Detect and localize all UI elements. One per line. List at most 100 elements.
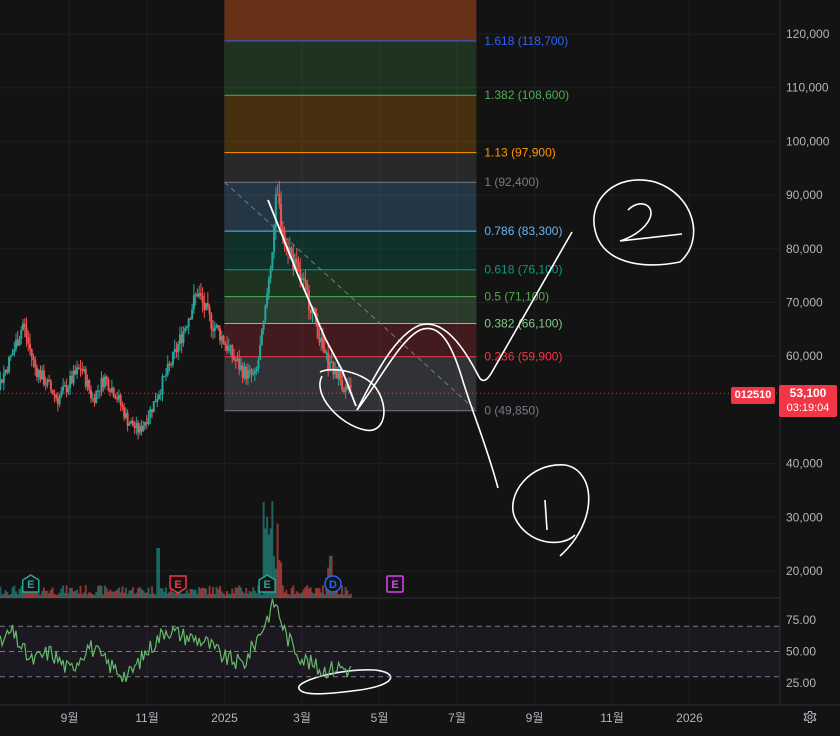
volume-bar bbox=[224, 594, 227, 598]
event-badge-label: E bbox=[174, 579, 181, 591]
chart-root[interactable]: 1.618 (118,700) 1.382 (108,600) 1.13 (97,9… bbox=[0, 0, 840, 731]
candle-body bbox=[201, 295, 204, 303]
candle-body bbox=[173, 349, 176, 352]
candle-body bbox=[271, 252, 274, 269]
candle-body bbox=[124, 412, 127, 418]
candle-body bbox=[337, 371, 340, 379]
volume-bar bbox=[9, 593, 12, 598]
volume-bar bbox=[260, 594, 263, 598]
candle-body bbox=[145, 422, 148, 424]
candle-body bbox=[154, 401, 157, 403]
candle-body bbox=[232, 357, 235, 360]
volume-bar bbox=[166, 593, 169, 598]
last-price-label: 53,100 03:19:04 bbox=[779, 385, 837, 417]
volume-bar bbox=[90, 592, 93, 598]
drawing-label-1-mark bbox=[544, 499, 548, 531]
volume-bar bbox=[349, 593, 352, 598]
candle-body bbox=[22, 323, 24, 330]
candle-body bbox=[208, 307, 211, 315]
candle-body bbox=[2, 373, 5, 383]
candle-body bbox=[105, 376, 108, 380]
price-axis-label: 90,000 bbox=[786, 188, 823, 202]
candle-body bbox=[81, 369, 84, 371]
volume-bar bbox=[236, 587, 239, 598]
volume-bar bbox=[302, 589, 305, 598]
volume-bar bbox=[171, 591, 174, 598]
candle-body bbox=[236, 358, 239, 361]
volume-bar bbox=[184, 593, 187, 598]
candle-body bbox=[253, 371, 256, 374]
candle-body bbox=[335, 370, 338, 379]
price-axis-label: 70,000 bbox=[786, 296, 823, 310]
volume-bar bbox=[124, 587, 127, 598]
rsi-pane[interactable]: 75.00 50.00 25.00 bbox=[0, 598, 816, 690]
volume-bar bbox=[65, 585, 68, 598]
candle-body bbox=[168, 363, 171, 365]
volume-bar bbox=[307, 588, 310, 598]
volume-bar bbox=[163, 591, 166, 598]
candle-body bbox=[171, 351, 174, 365]
candle-body bbox=[117, 395, 120, 400]
volume-bar bbox=[246, 593, 249, 598]
fib-band bbox=[224, 296, 477, 324]
price-axis[interactable]: 120,000 110,000 100,000 90,000 80,000 70,000 6… bbox=[786, 27, 830, 578]
candle-body bbox=[34, 360, 37, 368]
last-price: 53,100 bbox=[789, 386, 827, 400]
volume-bar bbox=[306, 585, 309, 598]
chart-svg[interactable]: 1.618 (118,700) 1.382 (108,600) 1.13 (97,9… bbox=[0, 0, 840, 731]
candle-body bbox=[100, 377, 103, 392]
volume-bar bbox=[55, 594, 58, 598]
candle-body bbox=[55, 394, 58, 399]
volume-bar bbox=[76, 589, 79, 598]
candle-body bbox=[109, 390, 112, 393]
volume-bar bbox=[222, 593, 225, 598]
candle-body bbox=[194, 294, 197, 296]
candle-body bbox=[130, 420, 133, 424]
volume-bar bbox=[320, 592, 323, 598]
candle-body bbox=[128, 423, 131, 426]
time-axis[interactable]: 9월 11월 2025 3월 5월 7월 9월 11월 2026 bbox=[61, 711, 704, 725]
volume-bar bbox=[213, 594, 216, 598]
candle-body bbox=[8, 356, 11, 373]
volume-bar bbox=[1, 594, 4, 598]
volume-bar bbox=[140, 589, 143, 598]
volume-bar bbox=[311, 592, 314, 598]
volume-bar bbox=[159, 588, 162, 598]
volume-bar bbox=[126, 594, 129, 598]
fib-band bbox=[224, 269, 477, 297]
candle-body bbox=[243, 367, 246, 379]
candle-body bbox=[138, 425, 141, 433]
volume-bar bbox=[180, 593, 183, 598]
gear-icon[interactable] bbox=[802, 709, 818, 725]
candle-body bbox=[213, 327, 216, 331]
candle-body bbox=[30, 349, 33, 358]
volume-bar bbox=[44, 591, 47, 598]
fib-level-label: 1.13 (97,900) bbox=[484, 146, 555, 160]
fib-level-label: 0.786 (83,300) bbox=[484, 224, 562, 238]
volume-bar bbox=[250, 592, 253, 598]
candle-body bbox=[302, 277, 305, 280]
candle-body bbox=[58, 396, 61, 405]
candle-body bbox=[182, 330, 185, 344]
candle-body bbox=[248, 369, 251, 371]
candle-body bbox=[49, 381, 52, 390]
volume-bar bbox=[205, 588, 208, 598]
candle-body bbox=[28, 343, 31, 350]
volume-bar bbox=[241, 591, 244, 598]
price-axis-label: 100,000 bbox=[786, 134, 830, 148]
volume-bar bbox=[93, 594, 96, 598]
volume-bar bbox=[144, 592, 147, 598]
volume-bar bbox=[219, 585, 222, 598]
candle-body bbox=[175, 349, 178, 353]
volume-bar bbox=[248, 590, 251, 598]
candle-body bbox=[114, 396, 117, 399]
volume-bar bbox=[107, 591, 110, 598]
candle-body bbox=[20, 329, 23, 340]
volume-bar bbox=[215, 586, 218, 598]
candle-body bbox=[224, 343, 227, 346]
volume-bar bbox=[187, 593, 190, 598]
volume-bar bbox=[348, 594, 351, 598]
volume-bar bbox=[109, 589, 112, 598]
candle-body bbox=[163, 375, 166, 377]
candle-body bbox=[70, 376, 73, 384]
